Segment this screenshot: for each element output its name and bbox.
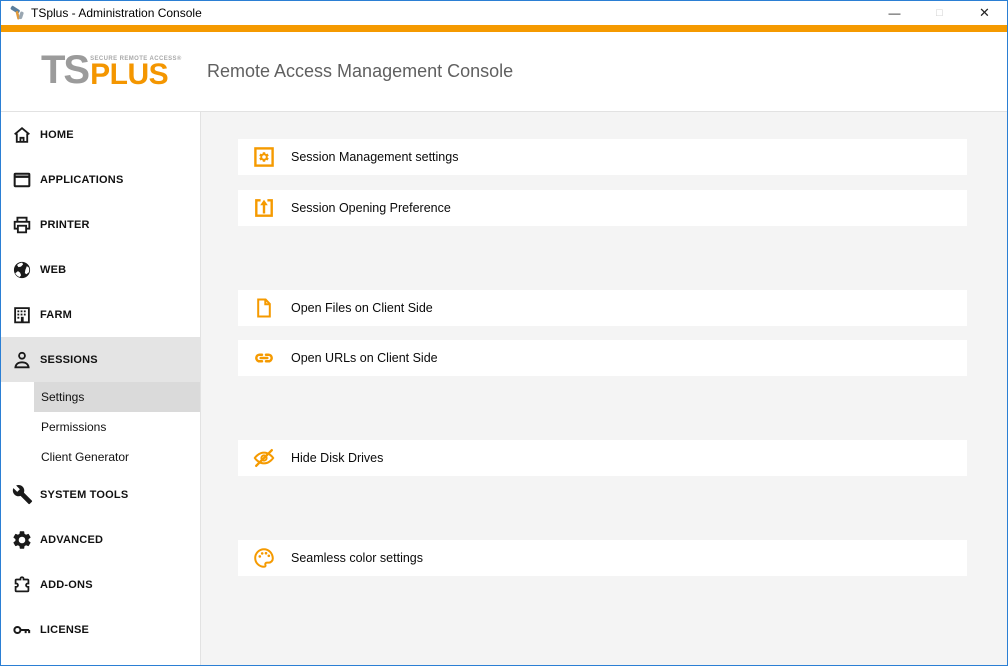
sidebar-item-system-tools[interactable]: SYSTEM TOOLS bbox=[1, 472, 200, 517]
sidebar-item-printer[interactable]: PRINTER bbox=[1, 202, 200, 247]
sidebar-item-label: SESSIONS bbox=[40, 354, 98, 366]
card-session-opening-preference[interactable]: Session Opening Preference bbox=[238, 190, 967, 226]
sidebar-item-label: FARM bbox=[40, 309, 72, 321]
card-session-management-settings[interactable]: Session Management settings bbox=[238, 139, 967, 175]
subitem-label: Client Generator bbox=[41, 450, 129, 464]
minimize-button[interactable]: — bbox=[872, 1, 917, 25]
card-label: Open URLs on Client Side bbox=[291, 351, 438, 365]
sidebar-item-farm[interactable]: FARM bbox=[1, 292, 200, 337]
session-opening-preference-icon bbox=[252, 196, 276, 220]
sidebar-item-sessions[interactable]: SESSIONS bbox=[1, 337, 200, 382]
card-label: Seamless color settings bbox=[291, 551, 423, 565]
sidebar-item-label: HOME bbox=[40, 129, 74, 141]
open-urls-icon bbox=[252, 346, 276, 370]
content-area: Session Management settings Session Open… bbox=[201, 112, 1007, 665]
sidebar-item-advanced[interactable]: ADVANCED bbox=[1, 517, 200, 562]
seamless-color-settings-icon bbox=[252, 546, 276, 570]
home-icon bbox=[9, 123, 35, 147]
sidebar-subitem-settings[interactable]: Settings bbox=[1, 382, 200, 412]
sessions-icon bbox=[9, 348, 35, 372]
system-tools-icon bbox=[9, 483, 35, 507]
sidebar-item-web[interactable]: WEB bbox=[1, 247, 200, 292]
close-button[interactable]: ✕ bbox=[962, 1, 1007, 25]
add-ons-icon bbox=[9, 573, 35, 597]
app-window: TSplus - Administration Console — □ ✕ TS… bbox=[0, 0, 1008, 666]
printer-icon bbox=[9, 213, 35, 237]
app-icon bbox=[9, 5, 25, 21]
sidebar-item-label: SYSTEM TOOLS bbox=[40, 489, 128, 501]
advanced-icon bbox=[9, 528, 35, 552]
sidebar-item-label: ADD-ONS bbox=[40, 579, 93, 591]
card-label: Session Management settings bbox=[291, 150, 458, 164]
logo-plus-text: PLUS bbox=[90, 63, 182, 86]
sidebar-item-add-ons[interactable]: ADD-ONS bbox=[1, 562, 200, 607]
sidebar-item-label: LICENSE bbox=[40, 624, 89, 636]
card-open-files-client-side[interactable]: Open Files on Client Side bbox=[238, 290, 967, 326]
maximize-button[interactable]: □ bbox=[917, 1, 962, 25]
tsplus-logo: TS SECURE REMOTE ACCESS® PLUS bbox=[41, 55, 182, 86]
sidebar-item-applications[interactable]: APPLICATIONS bbox=[1, 157, 200, 202]
license-icon bbox=[9, 618, 35, 642]
sidebar: HOME APPLICATIONS PRINTER bbox=[1, 112, 201, 665]
card-open-urls-client-side[interactable]: Open URLs on Client Side bbox=[238, 340, 967, 376]
sidebar-item-label: APPLICATIONS bbox=[40, 174, 123, 186]
card-hide-disk-drives[interactable]: Hide Disk Drives bbox=[238, 440, 967, 476]
card-label: Session Opening Preference bbox=[291, 201, 451, 215]
title-bar: TSplus - Administration Console — □ ✕ bbox=[1, 1, 1007, 25]
card-label: Open Files on Client Side bbox=[291, 301, 433, 315]
sidebar-item-label: ADVANCED bbox=[40, 534, 103, 546]
farm-icon bbox=[9, 303, 35, 327]
accent-bar bbox=[1, 25, 1007, 32]
sidebar-item-home[interactable]: HOME bbox=[1, 112, 200, 157]
card-label: Hide Disk Drives bbox=[291, 451, 383, 465]
sidebar-item-label: WEB bbox=[40, 264, 66, 276]
logo-ts-text: TS bbox=[41, 55, 88, 86]
sidebar-item-license[interactable]: LICENSE bbox=[1, 607, 200, 652]
page-title: Remote Access Management Console bbox=[207, 32, 513, 111]
session-management-settings-icon bbox=[252, 145, 276, 169]
sidebar-item-label: PRINTER bbox=[40, 219, 90, 231]
window-title: TSplus - Administration Console bbox=[31, 6, 872, 20]
card-seamless-color-settings[interactable]: Seamless color settings bbox=[238, 540, 967, 576]
subitem-label: Settings bbox=[41, 390, 84, 404]
sidebar-subitem-permissions[interactable]: Permissions bbox=[1, 412, 200, 442]
applications-icon bbox=[9, 168, 35, 192]
sidebar-subitem-client-generator[interactable]: Client Generator bbox=[1, 442, 200, 472]
header: TS SECURE REMOTE ACCESS® PLUS Remote Acc… bbox=[1, 32, 1007, 112]
open-files-icon bbox=[252, 296, 276, 320]
web-icon bbox=[9, 258, 35, 282]
hide-disk-drives-icon bbox=[252, 446, 276, 470]
subitem-label: Permissions bbox=[41, 420, 106, 434]
